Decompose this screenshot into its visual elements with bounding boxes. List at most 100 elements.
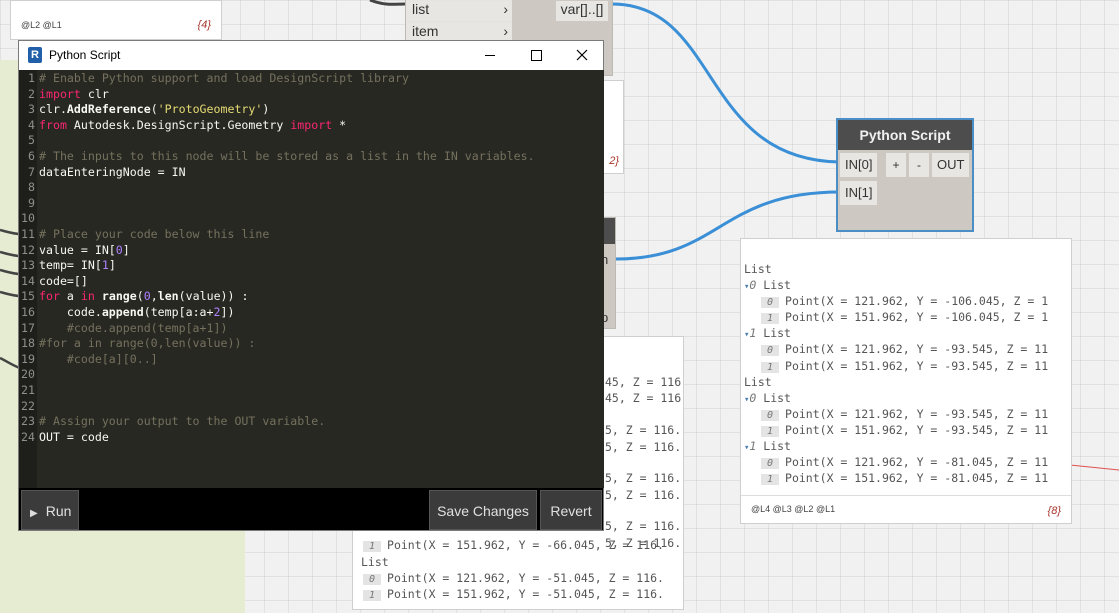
chevron-right-icon: › [503,1,508,17]
line-number: 1 [28,71,35,85]
code-line[interactable]: import clr [39,87,109,101]
item-index: 1 [363,590,382,601]
watch-item: 1 Point(X = 151.962, Y = -66.045, Z = 116… [363,538,664,552]
watch-sublist: ▾1 List [744,326,791,341]
code-line[interactable]: dataEnteringNode = IN [39,165,186,179]
line-number: 14 [21,273,35,288]
code-editor[interactable]: 1 # Enable Python support and load Design… [19,70,604,488]
item-index: 0 [761,345,780,357]
input-port-in0[interactable]: IN[0] [840,153,878,177]
code-line[interactable]: # Assign your output to the OUT variable… [39,414,325,428]
item-index: 1 [363,541,382,552]
code-line[interactable]: #for a in range(0,len(value)) : [39,336,255,350]
line-number: 15 [21,289,35,304]
code-line[interactable]: # Place your code below this line [39,227,269,241]
save-changes-button[interactable]: Save Changes [429,490,537,530]
watch-item: 0 Point(X = 121.962, Y = -93.545, Z = 11 [761,342,1048,357]
wire-var-to-in0 [611,2,841,164]
add-input-button[interactable]: + [886,153,906,177]
watch-list-header: List [361,555,389,569]
watch-item-fragment: 5, Z = 116. [605,423,682,437]
watch-sublist: ▾1 List [744,439,791,453]
code-line[interactable]: code=[] [39,274,88,288]
line-number: 12 [21,242,35,257]
code-line[interactable]: # Enable Python support and load DesignS… [39,71,409,85]
watch-item-fragment: 45, Z = 116 [605,391,682,405]
line-number: 18 [21,336,35,351]
watch-item: 1 Point(X = 151.962, Y = -51.045, Z = 116… [363,587,664,601]
wire-dark-left-2 [0,250,21,258]
python-script-node[interactable]: Python Script IN[0] + - OUT IN[1] [836,118,974,232]
line-number: 16 [21,305,35,319]
window-title: Python Script [49,48,121,62]
watch-count: {4} [197,19,211,31]
code-line[interactable]: OUT = code [39,430,109,444]
watch-levels: @L4 @L3 @L2 @L1 [751,504,836,514]
line-number: 20 [21,367,35,382]
watch-count: 2} [609,155,619,167]
title-bar[interactable]: R Python Script [19,41,603,70]
wire-dark-left-5 [0,356,21,370]
item-index: 1 [761,425,780,437]
item-index: 0 [761,409,780,421]
maximize-icon [531,50,542,61]
python-editor-window: R Python Script 1 # Enable Python support… [18,40,604,531]
run-button[interactable]: ▶ Run [21,490,79,530]
watch-item: 0 Point(X = 121.962, Y = -106.045, Z = 1 [761,294,1048,309]
code-line[interactable]: # The inputs to this node will be stored… [39,149,535,163]
minimize-icon [485,55,495,56]
revert-button[interactable]: Revert [540,490,602,530]
watch-item-fragment: 5, Z = 116. [605,471,682,485]
item-index: 0 [761,297,780,309]
watch-item: 0 Point(X = 121.962, Y = -81.045, Z = 11 [761,455,1048,470]
code-line[interactable]: #code[a][0..] [39,352,158,366]
wire-dark-left-4 [0,290,21,298]
output-port-out[interactable]: OUT [932,153,970,177]
watch-item: 1 Point(X = 151.962, Y = -106.045, Z = 1 [761,310,1048,325]
line-number: 3 [28,102,35,117]
port-list[interactable]: list › [406,1,512,21]
play-icon: ▶ [30,508,38,519]
line-number: 5 [28,133,35,148]
item-index: 1 [761,474,780,486]
minimize-button[interactable] [467,41,513,70]
code-line[interactable]: value = IN[0] [39,243,130,257]
watch-item-fragment: 5, Z = 116. [605,519,682,533]
close-icon [576,49,588,61]
remove-input-button[interactable]: - [909,153,929,177]
watch-item-fragment: 45, Z = 116 [605,375,682,389]
watch-count: {8} [1047,505,1061,517]
watch-item: 0 Point(X = 121.962, Y = -93.545, Z = 11 [761,407,1048,421]
top-left-watch: @L2 @L1 {4} [10,0,222,40]
watch-item: 1 Point(X = 151.962, Y = -93.545, Z = 11 [761,423,1048,437]
maximize-button[interactable] [513,41,559,70]
line-number: 9 [28,195,35,210]
code-line[interactable]: code.append(temp[a:a+2]) [39,305,235,319]
watch-item: 1 Point(X = 151.962, Y = -81.045, Z = 11 [761,471,1048,486]
watch-levels: @L2 @L1 [21,20,62,30]
code-line[interactable]: for a in range(0,len(value)) : [39,289,248,303]
line-number: 10 [21,211,35,226]
code-line[interactable]: #code.append(temp[a+1]) [39,321,228,335]
code-line[interactable]: from Autodesk.DesignScript.Geometry impo… [39,118,346,132]
line-number: 7 [28,164,35,179]
code-line[interactable]: clr.AddReference('ProtoGeometry') [39,102,269,116]
line-number: 22 [21,398,35,413]
revit-logo-icon: R [28,47,42,63]
editor-toolbar: ▶ Run Save Changes Revert [19,488,603,530]
port-output[interactable]: var[]..[] [556,1,608,21]
item-index: 1 [761,361,780,373]
wire-dark-left [0,228,21,236]
watch-divider [741,495,1071,496]
input-port-in1[interactable]: IN[1] [840,181,878,205]
line-number: 13 [21,258,35,273]
chevron-right-icon: › [503,23,508,39]
line-number: 11 [21,227,35,241]
close-button[interactable] [559,41,605,70]
line-number: 8 [28,180,35,195]
item-index: 0 [363,574,382,585]
line-number: 21 [21,383,35,397]
watch-sublist: ▾0 List [744,278,791,292]
code-line[interactable]: temp= IN[1] [39,258,116,272]
item-index: 0 [761,458,780,470]
